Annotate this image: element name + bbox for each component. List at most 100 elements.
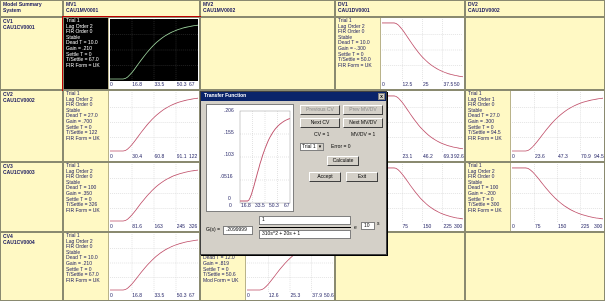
x-tick-label: 33.5: [154, 82, 165, 88]
column-header[interactable]: DV2 CAU1DV0002: [465, 0, 605, 17]
x-tick-label: 150: [423, 224, 432, 230]
row-header[interactable]: CV1 CAU1CV0001: [0, 17, 63, 90]
step-response-chart: [239, 110, 291, 204]
corner-header: Model Summary System: [0, 0, 63, 17]
model-info: Trial 1Lag Order 2FIR Order 0StableDead …: [64, 233, 109, 300]
x-tick-label: 47.3: [558, 154, 568, 160]
column-header[interactable]: MV2 CAU1MV0002: [200, 0, 335, 17]
column-header[interactable]: MV1 CAU1MV0001: [63, 0, 200, 17]
model-cell[interactable]: Trial 1Lag Order 2FIR Order 0StableDead …: [465, 162, 605, 232]
x-tick-label: 81.6: [132, 224, 142, 230]
row-header[interactable]: CV4 CAU1CV0004: [0, 232, 63, 301]
x-tick-label: 37.5: [443, 82, 454, 88]
denominator-field[interactable]: 310s^2 + 20s + 1: [259, 230, 351, 239]
x-tick-label: 46.2: [423, 154, 433, 160]
fraction-bar: [259, 227, 351, 228]
response-plot: [512, 164, 603, 223]
x-tick-label: 0: [512, 224, 515, 230]
dialog-title: Transfer Function: [204, 93, 247, 99]
y-tick-label: 0: [228, 196, 231, 202]
model-cell[interactable]: Trial 1Lag Order 2FIR Order 0StableDead …: [335, 17, 465, 90]
x-tick-label: 25.3: [290, 293, 301, 299]
x-tick-label: 122: [189, 154, 198, 160]
next-cv-button[interactable]: Next CV: [300, 118, 340, 128]
empty-cell: [465, 232, 605, 301]
x-tick-label: 67: [189, 82, 195, 88]
model-cell[interactable]: Trial 1Lag Order 2FIR Order 0StableDead …: [63, 90, 200, 162]
model-cell[interactable]: Trial 1Lag Order 2FIR Order 0StableDead …: [62, 16, 201, 91]
calculate-button[interactable]: Calculate: [327, 156, 359, 166]
x-tick-label: 326: [189, 224, 198, 230]
x-axis-ticks: 0 16.8 33.5 50.3 67: [110, 81, 198, 89]
x-tick-label: 91.1: [176, 154, 187, 160]
row-header[interactable]: CV3 CAU1CV0003: [0, 162, 63, 232]
response-plot: [382, 92, 463, 153]
model-cell[interactable]: Trial 1Lag Order 2FIR Order 0StableDead …: [63, 162, 200, 232]
x-tick-label: 16.8: [241, 203, 251, 209]
row-header[interactable]: CV2 CAU1CV0002: [0, 90, 63, 162]
x-tick-label: 0: [247, 293, 250, 299]
mv-dv-label: MV/DV = 1: [351, 132, 376, 138]
x-axis-ticks: 075150225300: [512, 223, 603, 231]
cv-label: CV = 1: [314, 132, 330, 138]
x-tick-label: 16.8: [132, 293, 142, 299]
gs-label: G(s) =: [206, 227, 221, 233]
x-tick-label: 150: [558, 224, 567, 230]
response-plot: [110, 164, 198, 223]
row-tag: CAU1CV0004: [3, 240, 35, 246]
x-tick-label: 67: [189, 293, 195, 299]
y-tick-label: .155: [224, 130, 234, 136]
accept-button[interactable]: Accept: [309, 172, 341, 182]
x-tick-label: 12.5: [402, 82, 413, 88]
x-tick-label: 163: [154, 224, 163, 230]
gain-field[interactable]: .2099999: [223, 226, 253, 235]
x-tick-label: 0: [229, 203, 232, 209]
model-param: FIR Form = UK: [66, 207, 100, 214]
error-label: Error = 0: [331, 144, 351, 150]
x-axis-ticks: 0 30.4 60.8 91.1 122: [110, 153, 198, 161]
x-tick-label: 33.5: [255, 203, 265, 209]
response-plot: [110, 234, 198, 292]
corner-subtitle: System: [3, 8, 21, 14]
model-cell[interactable]: Trial 1 Lag Order 1 FIR Order 0 Stable Dead …: [465, 90, 605, 162]
x-axis-ticks: 0 16.8 33.5 50.3 67: [110, 292, 198, 300]
exit-button[interactable]: Exit: [346, 172, 378, 182]
x-tick-label: 0: [110, 224, 113, 230]
dead-time-field[interactable]: 10: [361, 222, 375, 230]
dialog-chart: [206, 104, 294, 212]
response-curve: [110, 239, 198, 291]
x-tick-label: 0: [110, 82, 113, 88]
dialog-titlebar: Transfer Function x: [201, 92, 386, 101]
column-header[interactable]: DV1 CAU1DV0001: [335, 0, 465, 17]
close-icon[interactable]: x: [378, 93, 385, 100]
response-plot: [110, 19, 198, 81]
previous-cv-button[interactable]: Previous CV: [300, 105, 340, 115]
x-axis-ticks: 075150225300: [382, 223, 463, 231]
x-tick-label: 300: [594, 224, 603, 230]
numerator-field[interactable]: 1: [259, 216, 351, 225]
x-axis-ticks: 0 81.6 163 245 326: [110, 223, 198, 231]
x-tick-label: 23.1: [402, 154, 413, 160]
column-tag: CAU1DV0001: [338, 8, 370, 14]
x-tick-label: 70.9: [581, 154, 591, 160]
model-param: FIR Form = UK: [338, 62, 372, 69]
x-tick-label: 60.8: [154, 154, 165, 160]
row-tag: CAU1CV0003: [3, 170, 35, 176]
x-axis-ticks: 023.146.269.392.6: [382, 153, 464, 161]
response-plot: [382, 164, 463, 223]
trial-select[interactable]: Trial 1 ▾: [300, 143, 324, 151]
model-cell[interactable]: Trial 1Lag Order 2FIR Order 0StableDead …: [63, 232, 200, 301]
x-tick-label: 50: [454, 82, 460, 88]
y-tick-label: .103: [224, 152, 234, 158]
prev-mv-dv-button[interactable]: Prev MV/DV: [343, 105, 383, 115]
x-axis-ticks: 0 12.6 25.3 37.9 50.6: [247, 292, 334, 300]
x-tick-label: 75: [535, 224, 541, 230]
column-tag: CAU1DV0002: [468, 8, 500, 14]
model-param: FIR Form = UK: [468, 207, 502, 214]
model-param: Mod Form = UK: [203, 277, 239, 284]
row-tag: CAU1CV0002: [3, 98, 35, 104]
exponent-suffix: s: [377, 221, 380, 227]
x-tick-label: 245: [176, 224, 186, 230]
next-mv-dv-button[interactable]: Next MV/DV: [343, 118, 383, 128]
x-tick-label: 225: [443, 224, 452, 230]
